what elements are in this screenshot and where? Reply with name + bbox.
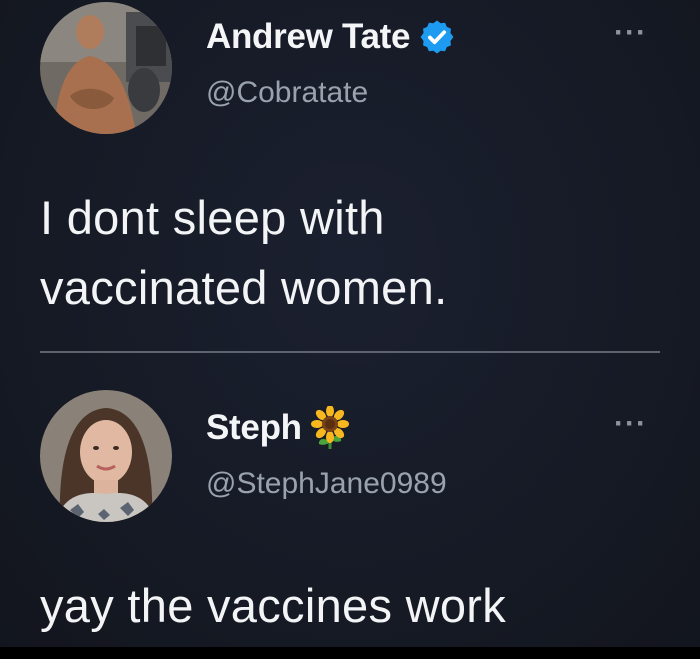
display-name[interactable]: Steph (206, 408, 302, 448)
tweet-andrew-tate: Andrew Tate @Cobratate ··· I dont sleep … (0, 0, 700, 350)
avatar[interactable] (40, 2, 172, 134)
name-row: Steph (206, 405, 350, 450)
more-options-icon[interactable]: ··· (614, 409, 647, 439)
name-row: Andrew Tate (206, 17, 456, 57)
divider (40, 351, 660, 353)
handle[interactable]: @Cobratate (206, 76, 368, 110)
tweet-text: I dont sleep with vaccinated women. (40, 191, 448, 314)
avatar[interactable] (40, 390, 172, 522)
tweet-steph: Steph @StephJane0989 ··· yay the vaccine… (0, 354, 700, 647)
verified-badge-icon (418, 18, 456, 56)
avatar-photo-icon (40, 390, 172, 522)
display-name[interactable]: Andrew Tate (206, 17, 410, 57)
bottom-edge (0, 647, 700, 659)
avatar-photo-icon (40, 2, 172, 134)
sunflower-emoji-icon (310, 405, 350, 450)
tweet-text: yay the vaccines work (40, 579, 507, 632)
handle[interactable]: @StephJane0989 (206, 467, 447, 501)
more-options-icon[interactable]: ··· (614, 18, 647, 48)
